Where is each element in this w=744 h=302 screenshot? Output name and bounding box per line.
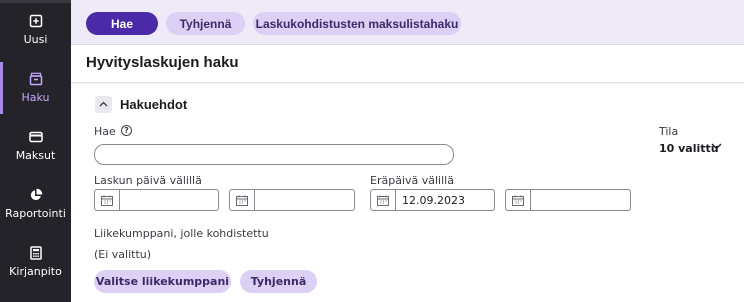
help-icon[interactable]: ? xyxy=(121,125,132,136)
page-title: Hyvityslaskujen haku xyxy=(86,54,239,71)
section-title: Hakuehdot xyxy=(120,96,188,112)
sidebar-item-uusi[interactable]: Uusi xyxy=(0,4,71,56)
chevron-up-icon xyxy=(99,101,108,107)
partner-label: Liikekumppani, jolle kohdistettu xyxy=(94,227,269,240)
clear-partner-button[interactable]: Tyhjennä xyxy=(240,270,317,293)
calendar-icon[interactable] xyxy=(95,190,120,210)
sidebar-item-label: Kirjanpito xyxy=(9,265,62,278)
active-indicator xyxy=(0,62,3,114)
sidebar-item-label: Maksut xyxy=(15,149,56,162)
search-criteria-panel: Hakuehdot Hae ? Tila 10 valittu Laskun p… xyxy=(71,84,744,302)
page-header: Hyvityslaskujen haku xyxy=(71,45,744,83)
search-button[interactable]: Hae xyxy=(86,12,158,35)
date-value xyxy=(255,190,354,210)
date-value xyxy=(531,190,630,210)
payment-list-search-button[interactable]: Laskukohdistusten maksulistahaku xyxy=(253,12,461,35)
invoice-date-to-field[interactable] xyxy=(229,189,355,211)
sidebar-item-label: Uusi xyxy=(23,33,48,46)
search-field-label: Hae xyxy=(94,125,116,138)
sidebar-top-divider xyxy=(0,0,71,3)
due-date-from-field[interactable]: 12.09.2023 xyxy=(370,189,495,211)
sidebar-item-haku[interactable]: Haku xyxy=(0,62,71,114)
sidebar-item-kirjanpito[interactable]: Kirjanpito xyxy=(0,236,71,288)
calendar-icon[interactable] xyxy=(506,190,531,210)
date-value xyxy=(120,190,218,210)
action-toolbar: Hae Tyhjennä Laskukohdistusten maksulist… xyxy=(71,0,744,45)
sidebar-item-label: Raportointi xyxy=(5,207,66,220)
search-input[interactable] xyxy=(94,144,454,165)
sidebar-item-label: Haku xyxy=(21,91,50,104)
calendar-icon[interactable] xyxy=(230,190,255,210)
clear-button[interactable]: Tyhjennä xyxy=(166,12,245,35)
invoice-date-label: Laskun päivä välillä xyxy=(94,174,202,187)
credit-card-icon xyxy=(28,131,43,143)
sidebar-item-raportointi[interactable]: Raportointi xyxy=(0,178,71,230)
date-value: 12.09.2023 xyxy=(402,193,465,207)
calendar-icon[interactable] xyxy=(371,190,396,210)
select-partner-button[interactable]: Valitse liikekumppani xyxy=(94,270,231,293)
archive-box-icon xyxy=(29,72,42,86)
section-header: Hakuehdot xyxy=(95,95,187,113)
partner-value: (Ei valittu) xyxy=(94,248,152,261)
chevron-down-icon[interactable] xyxy=(711,143,722,150)
due-date-to-field[interactable] xyxy=(505,189,631,211)
status-label: Tila xyxy=(659,125,679,138)
pie-chart-icon xyxy=(30,188,42,201)
add-document-icon xyxy=(29,14,42,28)
calculator-icon xyxy=(29,246,42,260)
sidebar-item-maksut[interactable]: Maksut xyxy=(0,120,71,172)
status-select[interactable]: 10 valittu xyxy=(659,142,719,155)
collapse-button[interactable] xyxy=(95,95,112,113)
due-date-label: Eräpäivä välillä xyxy=(370,174,454,187)
invoice-date-from-field[interactable] xyxy=(94,189,219,211)
sidebar: Uusi Haku Maksut Raportointi Kirjanpito xyxy=(0,0,71,302)
